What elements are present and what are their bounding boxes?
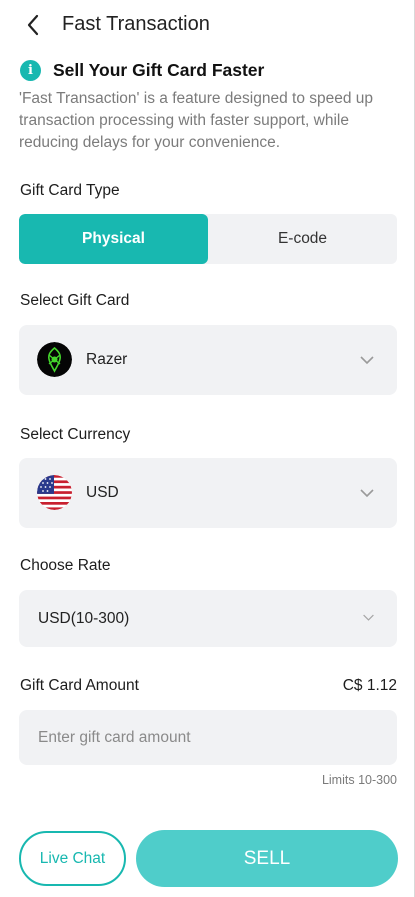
sell-button[interactable]: SELL bbox=[136, 830, 398, 887]
info-icon: i bbox=[20, 59, 41, 81]
chevron-down-icon bbox=[360, 489, 374, 498]
currency-select[interactable]: USD bbox=[19, 458, 397, 528]
live-chat-button[interactable]: Live Chat bbox=[19, 831, 126, 886]
gift-card-select[interactable]: Razer bbox=[19, 325, 397, 395]
us-flag-icon bbox=[37, 475, 72, 510]
select-gift-card-label: Select Gift Card bbox=[20, 292, 130, 309]
gift-card-amount-label: Gift Card Amount bbox=[20, 677, 139, 694]
page-title: Fast Transaction bbox=[62, 13, 210, 35]
chevron-left-icon[interactable] bbox=[22, 13, 46, 37]
choose-rate-label: Choose Rate bbox=[20, 557, 111, 574]
gift-card-type-toggle: Physical E-code bbox=[19, 214, 397, 264]
info-title: Sell Your Gift Card Faster bbox=[53, 59, 265, 80]
tab-e-code[interactable]: E-code bbox=[208, 214, 397, 264]
currency-value: USD bbox=[86, 484, 119, 501]
chevron-down-icon bbox=[363, 614, 374, 621]
info-heading: i Sell Your Gift Card Faster bbox=[20, 59, 264, 81]
gift-card-value: Razer bbox=[86, 351, 128, 368]
info-description: 'Fast Transaction' is a feature designed… bbox=[19, 90, 374, 151]
rate-select[interactable]: USD(10-300) bbox=[19, 590, 397, 647]
gift-card-amount-input[interactable] bbox=[19, 710, 397, 765]
chevron-down-icon bbox=[360, 356, 374, 365]
amount-limits: Limits 10-300 bbox=[321, 773, 397, 787]
select-currency-label: Select Currency bbox=[20, 426, 131, 443]
gift-card-type-label: Gift Card Type bbox=[20, 182, 120, 199]
converted-amount: C$ 1.12 bbox=[342, 677, 397, 694]
tab-physical[interactable]: Physical bbox=[19, 214, 208, 264]
header: Fast Transaction bbox=[0, 0, 415, 52]
razer-logo-icon bbox=[37, 342, 72, 377]
rate-value: USD(10-300) bbox=[38, 610, 130, 627]
